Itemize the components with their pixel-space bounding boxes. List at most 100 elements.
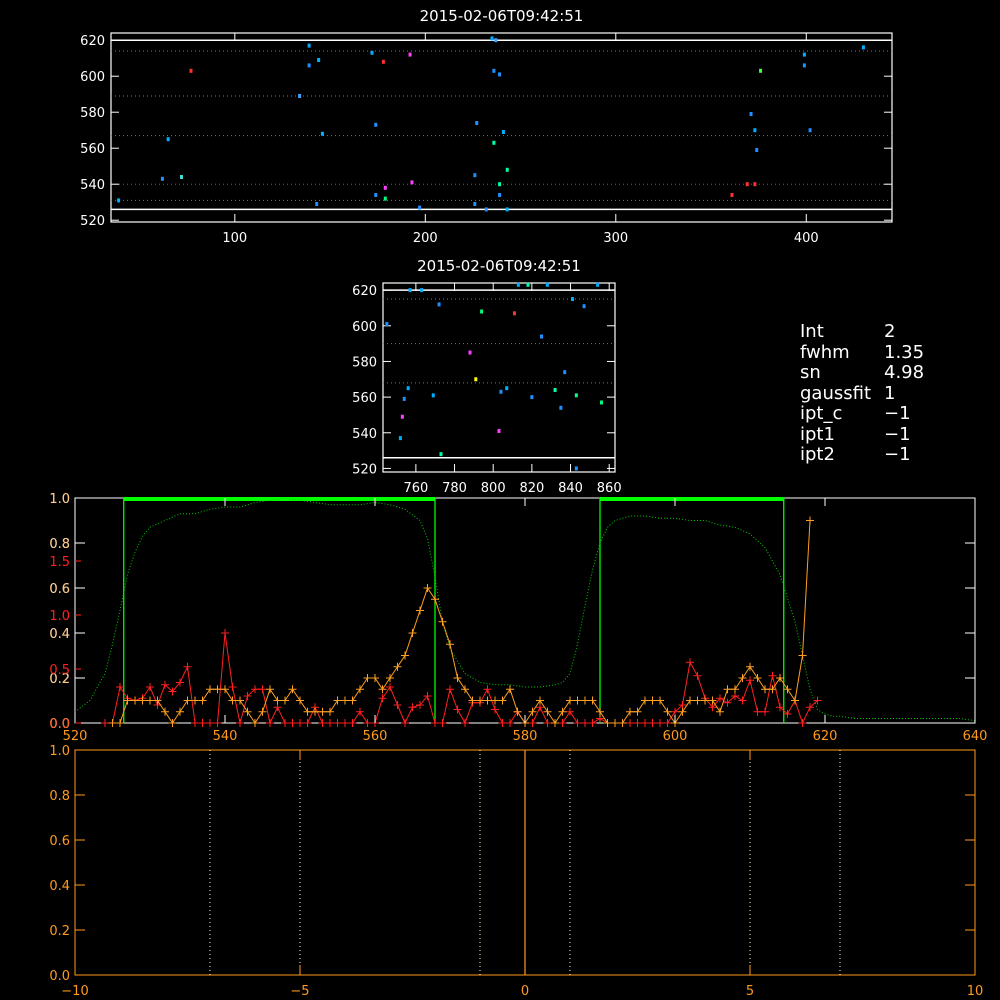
series-point [363,674,372,682]
series-point [438,719,447,727]
series-point [573,719,582,727]
top-point [473,173,477,178]
top-xtick-label: 400 [794,231,819,246]
spectrum-xtick-label: 600 [663,729,688,744]
bottom-ytick-label: 0.2 [49,924,70,939]
middle-point [420,288,424,293]
series-point [101,719,109,727]
middle-ytick-label: 520 [352,462,377,477]
series-point [588,696,597,705]
middle-point [540,334,544,339]
bottom-xtick-label: −10 [61,984,88,999]
series-point [753,674,762,682]
top-ytick-label: 520 [80,214,105,229]
series-point [528,707,537,716]
middle-xtick-label: 820 [519,481,544,496]
top-point [759,68,763,73]
middle-point [553,387,557,392]
series-point [633,719,642,727]
top-point [498,193,502,197]
series-point [731,685,739,694]
series-point [116,683,124,691]
middle-point [574,466,578,471]
top-point [160,176,164,181]
middle-point [408,288,412,293]
series-point [386,683,394,691]
series-point [693,671,702,680]
top-point [749,112,753,116]
info-value: −1 [884,444,911,465]
middle-point [385,322,389,327]
middle-point [480,309,484,314]
info-key: sn [800,362,821,383]
top-point [317,58,321,62]
series-point [806,516,814,525]
series-point [356,685,364,694]
top-point [307,43,311,48]
series-point [776,674,784,682]
bottom-panel: −10 −5 0 5 10 0.0 0.2 0.4 0.6 0.8 1.0 [49,744,983,999]
series-point [558,707,567,716]
middle-title: 2015-02-06T09:42:51 [417,257,581,275]
middle-ytick-label: 580 [352,355,377,370]
top-point [861,45,865,50]
series-point [423,584,432,592]
series-point [783,685,792,694]
top-point [374,122,378,127]
info-value: 1 [884,382,896,404]
top-point [505,167,509,172]
series-point [431,595,439,604]
series-point [483,685,492,694]
series-point [206,719,214,727]
series-point [761,707,769,716]
middle-point [400,414,404,419]
series-point [551,719,559,727]
info-key: fwhm [800,341,850,363]
series-point [648,719,657,727]
series-point [656,719,664,727]
spectrum-orange-ytick-label: 0.4 [49,627,70,642]
top-frame [110,32,893,223]
series-point [581,719,589,727]
bottom-ytick-label: 0.0 [49,969,70,984]
series-point [296,696,304,705]
middle-point [402,396,406,401]
series-point [663,719,672,727]
spectrum-orange-ytick-label: 0.2 [49,672,70,687]
top-point [370,50,374,55]
top-title: 2015-02-06T09:42:51 [420,7,584,25]
middle-point [499,389,503,394]
top-point [498,72,502,77]
series-point [378,694,387,703]
middle-point [526,282,530,287]
middle-point [563,370,567,375]
series-point [498,696,507,705]
series-point [213,719,222,727]
series-point [348,696,357,705]
middle-point [406,386,410,391]
series-point [611,719,619,727]
bottom-xtick-label: 10 [967,984,984,999]
top-point [505,207,509,212]
series-point [108,719,117,727]
middle-ytick-label: 620 [352,284,377,299]
series-point [228,696,237,705]
series-point [761,685,769,694]
series-point [191,719,199,727]
info-key: ipt_c [800,403,843,424]
series-point [386,674,394,682]
series-point [686,658,694,667]
info-key: gaussfit [800,382,872,404]
middle-point [582,304,586,309]
series-point [116,719,124,727]
series-point [798,719,807,727]
info-key: ipt1 [800,423,835,445]
series-point [198,696,207,705]
series-point [251,719,259,727]
spectrum-red-ytick-label: 1.5 [49,555,70,570]
top-point [381,59,385,64]
info-key: ipt2 [800,444,835,465]
series-point [581,696,589,705]
top-point [730,193,734,197]
info-value: −1 [884,423,911,445]
